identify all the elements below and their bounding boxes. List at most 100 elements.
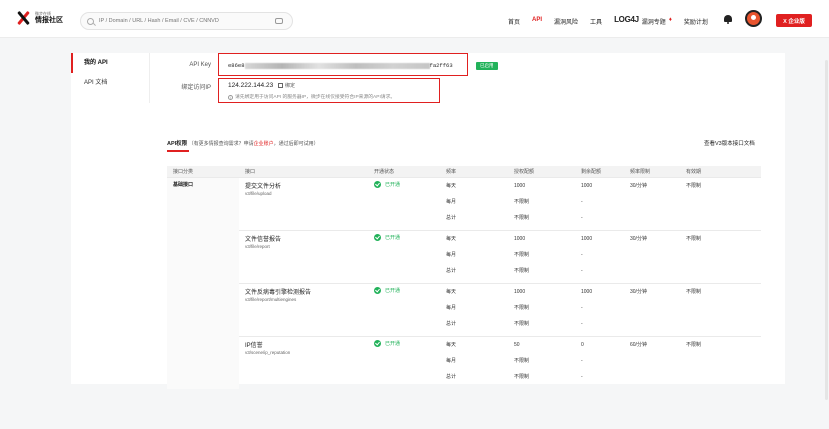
status-badge: 已开通: [374, 180, 440, 188]
nav-vuln-risk[interactable]: 漏洞风险: [554, 17, 578, 26]
header-quota: 授权配额: [514, 168, 535, 175]
nav-home[interactable]: 首页: [508, 17, 520, 26]
validity: 不限制: [686, 288, 702, 295]
status-badge: 已开通: [374, 286, 440, 294]
header-remaining: 剩余配额: [581, 168, 602, 175]
interface-path: v3/file/report: [245, 243, 270, 249]
top-navigation-bar: 微步在线 情报社区 首页 API 漏洞风险 工具 LOG4J 漏洞专题 ♦ 奖励…: [0, 0, 829, 38]
period: 每天: [446, 235, 457, 242]
table-header-row: 接口分类 接口 开通状态 频率 授权配额 剩余配额 频率限制 有效期: [167, 166, 761, 177]
interface-path: v3/file/report/multiengines: [245, 296, 297, 302]
bind-ip-notice-text: 请先绑定用于访问API 的服务器IP，微步在线仅接受符合IP来源的API请求。: [235, 95, 396, 100]
table-row: 基础接口 提交文件分析 v3/file/upload 已开通 每天 每月 总计 100…: [167, 176, 761, 389]
quota-value: 不限制: [514, 251, 530, 258]
quota-value: 1000: [514, 288, 526, 295]
bind-ip-notice: i 请先绑定用于访问API 的服务器IP，微步在线仅接受符合IP来源的API请求。: [228, 93, 395, 100]
period: 每天: [446, 182, 457, 189]
nav-tools[interactable]: 工具: [590, 17, 602, 26]
bind-ip-button[interactable]: 绑定: [278, 82, 295, 89]
quota-value: 1000: [514, 235, 526, 242]
rate-limit: 60/分钟: [630, 341, 647, 348]
remaining-value: 1000: [581, 182, 593, 189]
period: 总计: [446, 267, 457, 274]
remaining-value: -: [581, 320, 583, 327]
header-period: 频率: [446, 168, 457, 175]
enterprise-account-link[interactable]: 企业账户: [254, 141, 274, 147]
quota-value: 1000: [514, 182, 526, 189]
table-row: IP信誉 v3/scene/ip_reputation 已开通 每天 每月 总计 50…: [167, 335, 761, 389]
header-category: 接口分类: [173, 168, 194, 175]
sidebar-item-api-docs[interactable]: API 文档: [71, 73, 149, 93]
rate-limit: 30/分钟: [630, 235, 647, 242]
remaining-value: 0: [581, 341, 584, 348]
check-circle-icon: [374, 180, 381, 188]
rate-limit: 30/分钟: [630, 182, 647, 189]
logo-x-icon: [16, 11, 30, 25]
quota-value: 不限制: [514, 373, 530, 380]
status-badge: 已开通: [374, 233, 440, 241]
quota-value: 不限制: [514, 357, 530, 364]
category-label: 基础接口: [173, 181, 194, 188]
period: 总计: [446, 214, 457, 221]
remaining-value: -: [581, 214, 583, 221]
remaining-value: 1000: [581, 235, 593, 242]
api-key-redacted: [244, 62, 430, 69]
site-logo[interactable]: 微步在线 情报社区: [16, 11, 63, 25]
interface-name: IP信誉: [245, 342, 263, 349]
quota-hint-suffix: ，通过后即可试用）: [273, 141, 319, 147]
header-rate-limit: 频率限制: [630, 168, 651, 175]
quota-value: 不限制: [514, 304, 530, 311]
api-key-suffix: fa2ff63: [429, 62, 453, 69]
nav-api[interactable]: API: [532, 17, 542, 26]
check-circle-icon: [374, 286, 381, 294]
api-key-label: API Key: [189, 62, 211, 68]
search-input[interactable]: [99, 18, 269, 24]
v3-docs-link[interactable]: 查看V3版本接口文档: [704, 139, 755, 147]
period: 每月: [446, 251, 457, 258]
image-search-icon[interactable]: [275, 18, 283, 24]
interface-name: 文件信誉报告: [245, 236, 282, 243]
quota-value: 不限制: [514, 198, 530, 205]
interface-name: 文件反病毒引擎检测报告: [245, 289, 312, 296]
sidebar-divider: [149, 53, 150, 103]
quota-value: 不限制: [514, 320, 530, 327]
sidebar-item-my-api[interactable]: 我的 API: [71, 53, 149, 73]
nav-log4j-topic[interactable]: 漏洞专题: [642, 17, 666, 26]
bind-ip-label: 绑定访问IP: [181, 85, 211, 91]
period: 每月: [446, 198, 457, 205]
bell-icon[interactable]: [724, 14, 732, 24]
remaining-value: 1000: [581, 288, 593, 295]
info-icon: i: [228, 95, 233, 100]
table-row: 文件信誉报告 v3/file/report 已开通 每天 每月 总计 1000 不限制不…: [167, 229, 761, 284]
search-bar[interactable]: [80, 12, 293, 30]
enterprise-button[interactable]: X 企业版: [776, 14, 812, 27]
period: 每月: [446, 357, 457, 364]
interface-name: 提交文件分析: [245, 183, 282, 190]
remaining-value: -: [581, 373, 583, 380]
header-interface: 接口: [245, 168, 256, 175]
main-nav: 首页 API 漏洞风险 工具 LOG4J 漏洞专题 ♦ 奖励计划: [508, 15, 720, 26]
interface-path: v3/file/upload: [245, 190, 272, 196]
validity: 不限制: [686, 341, 702, 348]
sidebar: 我的 API API 文档: [71, 53, 149, 93]
bind-ip-button-label: 绑定: [285, 83, 296, 89]
quota-tab-indicator: [167, 150, 189, 152]
api-permissions-table: 接口分类 接口 开通状态 频率 授权配额 剩余配额 频率限制 有效期 基础接口 …: [167, 166, 761, 389]
avatar[interactable]: [745, 10, 762, 27]
nav-log4j-logo[interactable]: LOG4J: [614, 15, 639, 26]
validity: 不限制: [686, 182, 702, 189]
check-circle-icon: [374, 339, 381, 347]
nav-reward-program[interactable]: 奖励计划: [684, 17, 708, 26]
remaining-value: -: [581, 304, 583, 311]
hot-icon: ♦: [668, 17, 672, 23]
copy-icon: [278, 83, 283, 88]
check-circle-icon: [374, 233, 381, 241]
api-panel: 我的 API API 文档 API Key e86e8 fa2ff63 已启用 绑…: [71, 53, 785, 389]
remaining-value: -: [581, 357, 583, 364]
remaining-value: -: [581, 251, 583, 258]
rate-limit: 30/分钟: [630, 288, 647, 295]
quota-value: 不限制: [514, 267, 530, 274]
page-scrollbar[interactable]: [825, 60, 828, 400]
quota-title[interactable]: API权限: [167, 141, 187, 147]
category-cell: 基础接口: [167, 176, 239, 389]
